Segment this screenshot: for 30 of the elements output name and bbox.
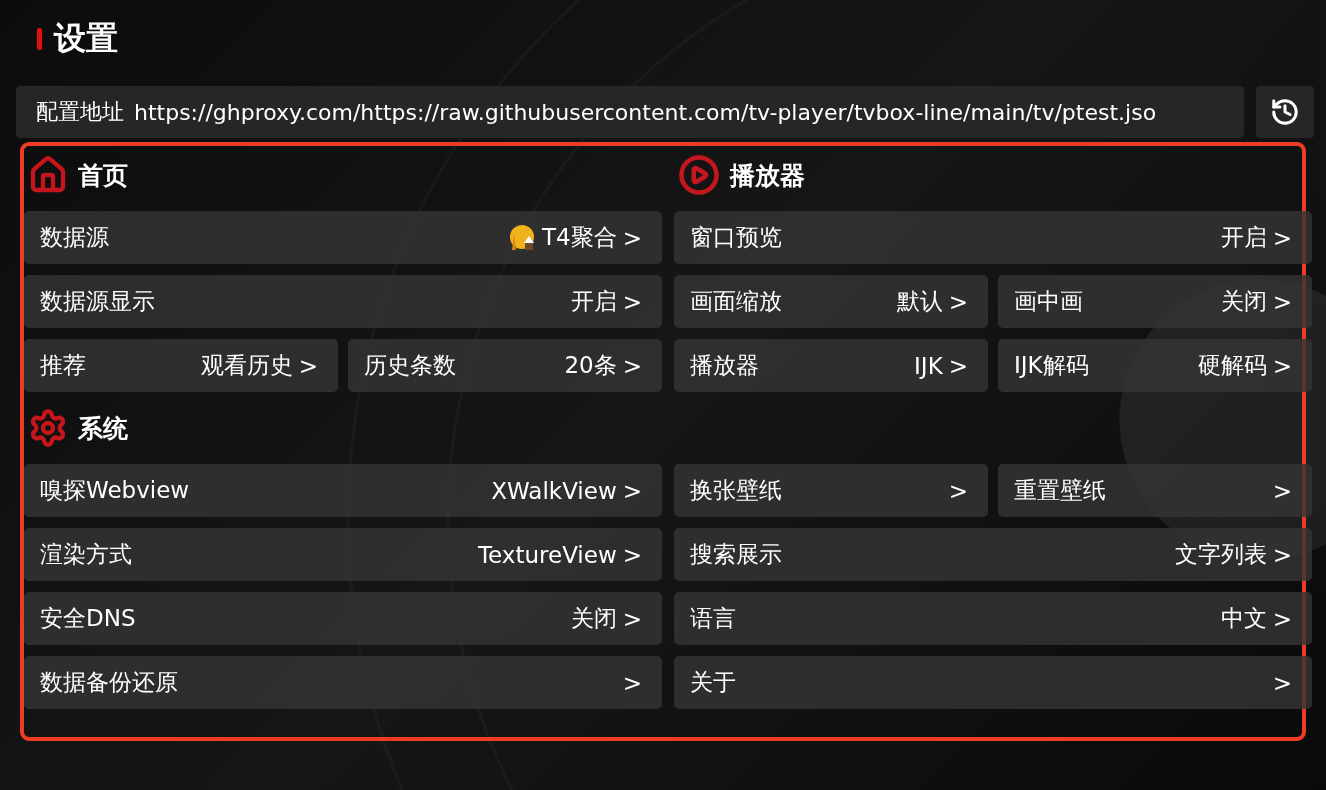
play-icon [678,154,720,196]
settings-icon [28,408,68,448]
setting-item[interactable]: 搜索展示 文字列表 > [674,528,1312,581]
section-title: 播放器 [730,159,805,192]
setting-item[interactable]: 嗅探Webview XWalkView > [24,464,662,517]
setting-item[interactable]: 安全DNS 关闭 > [24,592,662,645]
section-title: 首页 [78,159,128,192]
setting-item[interactable]: 历史条数 20条 > [348,339,662,392]
home-icon [28,155,68,195]
history-icon [1270,97,1300,127]
setting-item[interactable]: 语言 中文 > [674,592,1312,645]
config-address-field[interactable]: 配置地址 https://ghproxy.com/https://raw.githubusercontent.com/tv-player/tvbox-line/main/tv/ptest.jso [16,86,1244,138]
setting-item[interactable]: 渲染方式 TextureView > [24,528,662,581]
setting-item[interactable]: 重置壁纸 > [998,464,1312,517]
setting-item[interactable]: 播放器 IJK > [674,339,988,392]
section-title: 系统 [78,412,128,445]
setting-item[interactable]: 画中画 关闭 > [998,275,1312,328]
setting-item[interactable]: 换张壁纸 > [674,464,988,517]
page-title: 设置 [54,18,118,59]
setting-item[interactable]: IJK解码 硬解码 > [998,339,1312,392]
setting-item[interactable]: 数据源显示 开启 > [24,275,662,328]
history-button[interactable] [1256,86,1314,138]
title-accent-bar [37,28,42,50]
source-logo-icon [508,223,537,252]
setting-item[interactable]: 画面缩放 默认 > [674,275,988,328]
setting-item[interactable]: 数据备份还原 > [24,656,662,709]
setting-item[interactable]: 关于 > [674,656,1312,709]
setting-item[interactable]: 窗口预览 开启 > [674,211,1312,264]
setting-item[interactable]: 数据源 T4聚合 > [24,211,662,264]
setting-item[interactable]: 推荐 观看历史 > [24,339,338,392]
